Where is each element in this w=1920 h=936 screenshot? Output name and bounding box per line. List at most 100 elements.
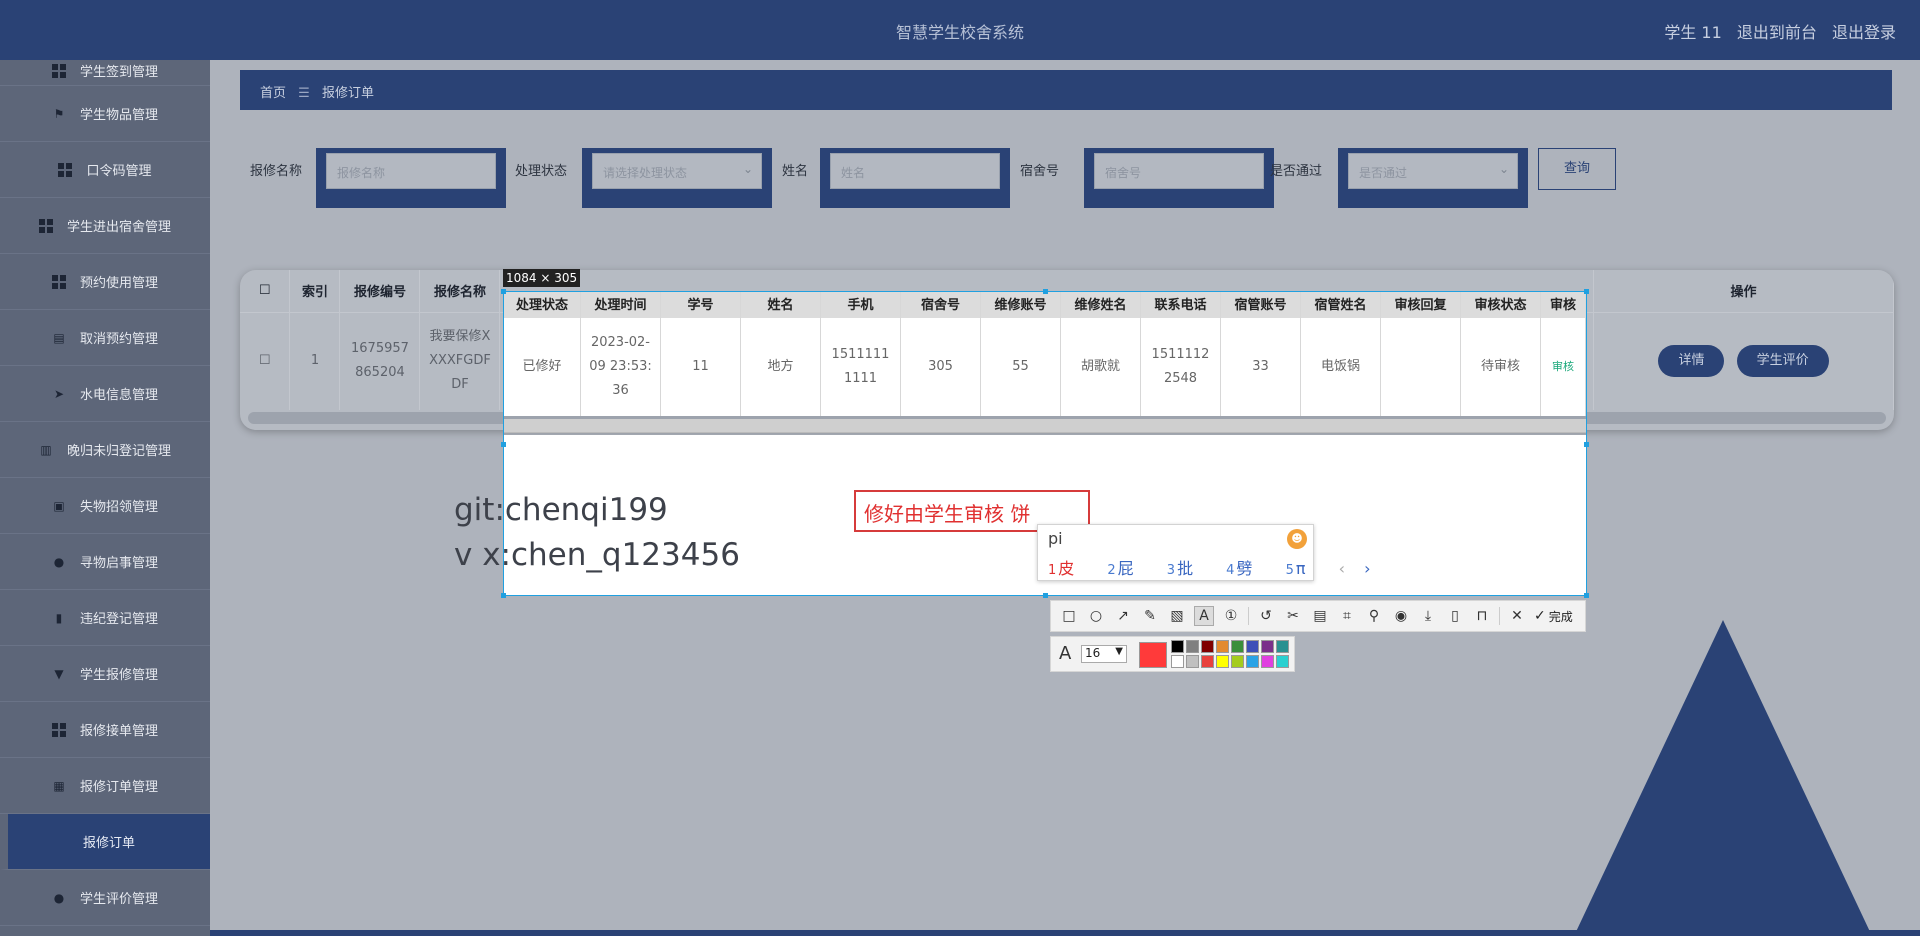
table-header-cell: 学号 — [661, 292, 741, 318]
ocr-icon[interactable]: ▤ — [1310, 606, 1330, 626]
row-checkbox[interactable]: ☐ — [240, 311, 291, 410]
resize-handle[interactable] — [1043, 593, 1048, 598]
table-header-cell: 维修账号 — [981, 292, 1061, 318]
sidebar-item-repair-accept[interactable]: 报修接单管理 — [0, 702, 210, 758]
color-swatch[interactable] — [1261, 640, 1274, 653]
selected-color-swatch[interactable] — [1139, 642, 1167, 668]
ellipse-icon[interactable]: ○ — [1086, 606, 1106, 626]
table-cell: 15111122548 — [1141, 318, 1221, 416]
ime-candidate[interactable]: 2屁 — [1107, 559, 1147, 578]
color-swatch[interactable] — [1186, 640, 1199, 653]
sidebar-subitem-repair-order[interactable]: 报修订单 — [0, 814, 210, 870]
query-button[interactable]: 查询 — [1538, 148, 1616, 190]
ime-candidate[interactable]: 5π — [1286, 559, 1320, 578]
ime-candidate[interactable]: 3批 — [1167, 559, 1207, 578]
evaluate-button[interactable]: 学生评价 — [1736, 345, 1829, 378]
arrow-icon[interactable]: ↗ — [1113, 606, 1133, 626]
captured-table: 处理状态 处理时间 学号 姓名 手机 宿舍号 维修账号 维修姓名 联系电话 宿管… — [504, 292, 1586, 416]
sidebar-item-cancel-reservation[interactable]: ▤ 取消预约管理 — [0, 310, 210, 366]
color-swatch[interactable] — [1171, 655, 1184, 668]
record-icon[interactable]: ◉ — [1391, 606, 1411, 626]
sidebar-item-label: 失物招领管理 — [79, 500, 158, 515]
color-swatch[interactable] — [1231, 655, 1244, 668]
user-icon: ● — [53, 554, 65, 569]
color-swatch[interactable] — [1246, 640, 1259, 653]
ime-prev-icon[interactable]: ‹ — [1339, 559, 1345, 578]
color-swatch[interactable] — [1261, 655, 1274, 668]
color-swatch[interactable] — [1231, 640, 1244, 653]
resize-handle[interactable] — [1584, 289, 1589, 294]
color-swatch[interactable] — [1186, 655, 1199, 668]
pass-label: 是否通过 — [1270, 164, 1323, 179]
sidebar-item-belongings[interactable]: ⚑ 学生物品管理 — [0, 86, 210, 142]
sidebar-item-repair-orders[interactable]: ▦ 报修订单管理 — [0, 758, 210, 814]
sidebar-item-lost-notice[interactable]: ● 寻物启事管理 — [0, 534, 210, 590]
resize-handle[interactable] — [501, 442, 506, 447]
color-swatch[interactable] — [1216, 655, 1229, 668]
text-tool-icon[interactable]: A — [1194, 606, 1214, 626]
grid-icon — [51, 722, 66, 737]
sidebar-item-discipline[interactable]: ▮ 违纪登记管理 — [0, 590, 210, 646]
resize-handle[interactable] — [1584, 442, 1589, 447]
name-input[interactable]: 姓名 — [830, 153, 1000, 189]
breadcrumb-home[interactable]: 首页 — [260, 86, 286, 101]
ime-next-icon[interactable]: › — [1364, 559, 1370, 578]
logout-link[interactable]: 退出登录 — [1832, 23, 1896, 42]
rectangle-icon[interactable]: □ — [1059, 606, 1079, 626]
status-field-wrap: 请选择处理状态 ⌄ — [582, 148, 772, 208]
close-icon[interactable]: ✕ — [1507, 606, 1527, 626]
status-select[interactable]: 请选择处理状态 ⌄ — [592, 153, 762, 189]
pass-select[interactable]: 是否通过 ⌄ — [1348, 153, 1518, 189]
color-swatch[interactable] — [1246, 655, 1259, 668]
send-icon: ➤ — [53, 386, 65, 401]
sidebar-item-late-return[interactable]: ▥ 晚归未归登记管理 — [0, 422, 210, 478]
app-title: 智慧学生校舍系统 — [895, 23, 1024, 42]
ime-candidate[interactable]: 4劈 — [1226, 559, 1266, 578]
select-all-checkbox[interactable]: ☐ — [240, 270, 291, 312]
repair-no: 1675957865204 — [351, 341, 409, 381]
sidebar-item-reservation[interactable]: 预约使用管理 — [0, 254, 210, 310]
sidebar-item-utilities[interactable]: ➤ 水电信息管理 — [0, 366, 210, 422]
number-marker-icon[interactable]: ① — [1221, 606, 1241, 626]
audit-link[interactable]: 审核 — [1541, 318, 1586, 416]
scan-icon[interactable]: ⌗ — [1337, 606, 1357, 626]
sidebar-item-passcode[interactable]: 口令码管理 — [0, 142, 210, 198]
pen-icon[interactable]: ✎ — [1140, 606, 1160, 626]
font-size-select[interactable]: 16 ▼ — [1081, 645, 1127, 663]
color-swatch[interactable] — [1276, 640, 1289, 653]
color-swatch[interactable] — [1201, 640, 1214, 653]
resize-handle[interactable] — [501, 593, 506, 598]
ime-candidate[interactable]: 1皮 — [1048, 559, 1088, 578]
color-swatch[interactable] — [1276, 655, 1289, 668]
resize-handle[interactable] — [1584, 593, 1589, 598]
sidebar-item-dorm-access[interactable]: 学生进出宿舍管理 — [0, 198, 210, 254]
sidebar-item-checkin[interactable]: 学生签到管理 — [0, 60, 210, 86]
resize-handle[interactable] — [1043, 289, 1048, 294]
sidebar-item-repair-request[interactable]: ▼ 学生报修管理 — [0, 646, 210, 702]
download-icon[interactable]: ⤓ — [1418, 606, 1438, 626]
done-button[interactable]: ✓ 完成 — [1534, 608, 1573, 625]
mosaic-icon[interactable]: ▧ — [1167, 606, 1187, 626]
color-swatch[interactable] — [1171, 640, 1184, 653]
resize-handle[interactable] — [501, 289, 506, 294]
back-to-front-link[interactable]: 退出到前台 — [1737, 23, 1817, 42]
scissors-icon[interactable]: ✂ — [1283, 606, 1303, 626]
table-header-cell: 操作 — [1593, 270, 1894, 312]
sidebar-item-lost-found[interactable]: ▣ 失物招领管理 — [0, 478, 210, 534]
detail-button[interactable]: 详情 — [1658, 345, 1725, 378]
color-swatch[interactable] — [1216, 640, 1229, 653]
bookmark-icon[interactable]: ⊓ — [1472, 606, 1492, 626]
ime-candidates: 1皮 2屁 3批 4劈 5π ‹ › — [1048, 555, 1384, 579]
undo-icon[interactable]: ↺ — [1256, 606, 1276, 626]
sidebar-item-evaluation[interactable]: ● 学生评价管理 — [0, 870, 210, 926]
color-swatch[interactable] — [1201, 655, 1214, 668]
table-header-cell: 报修编号 — [339, 270, 421, 312]
ime-logo-icon[interactable]: ☻ — [1287, 529, 1307, 549]
pin-icon[interactable]: ⚲ — [1364, 606, 1384, 626]
phone-icon[interactable]: ▯ — [1445, 606, 1465, 626]
status-placeholder: 请选择处理状态 — [603, 166, 688, 180]
capture-toolbar: □ ○ ↗ ✎ ▧ A ① ↺ ✂ ▤ ⌗ ⚲ ◉ ⤓ ▯ ⊓ ✕ ✓ 完成 — [1050, 600, 1586, 632]
grid-icon — [38, 218, 53, 233]
dorm-input[interactable]: 宿舍号 — [1094, 153, 1264, 189]
repair-name-input[interactable]: 报修名称 — [326, 153, 496, 189]
